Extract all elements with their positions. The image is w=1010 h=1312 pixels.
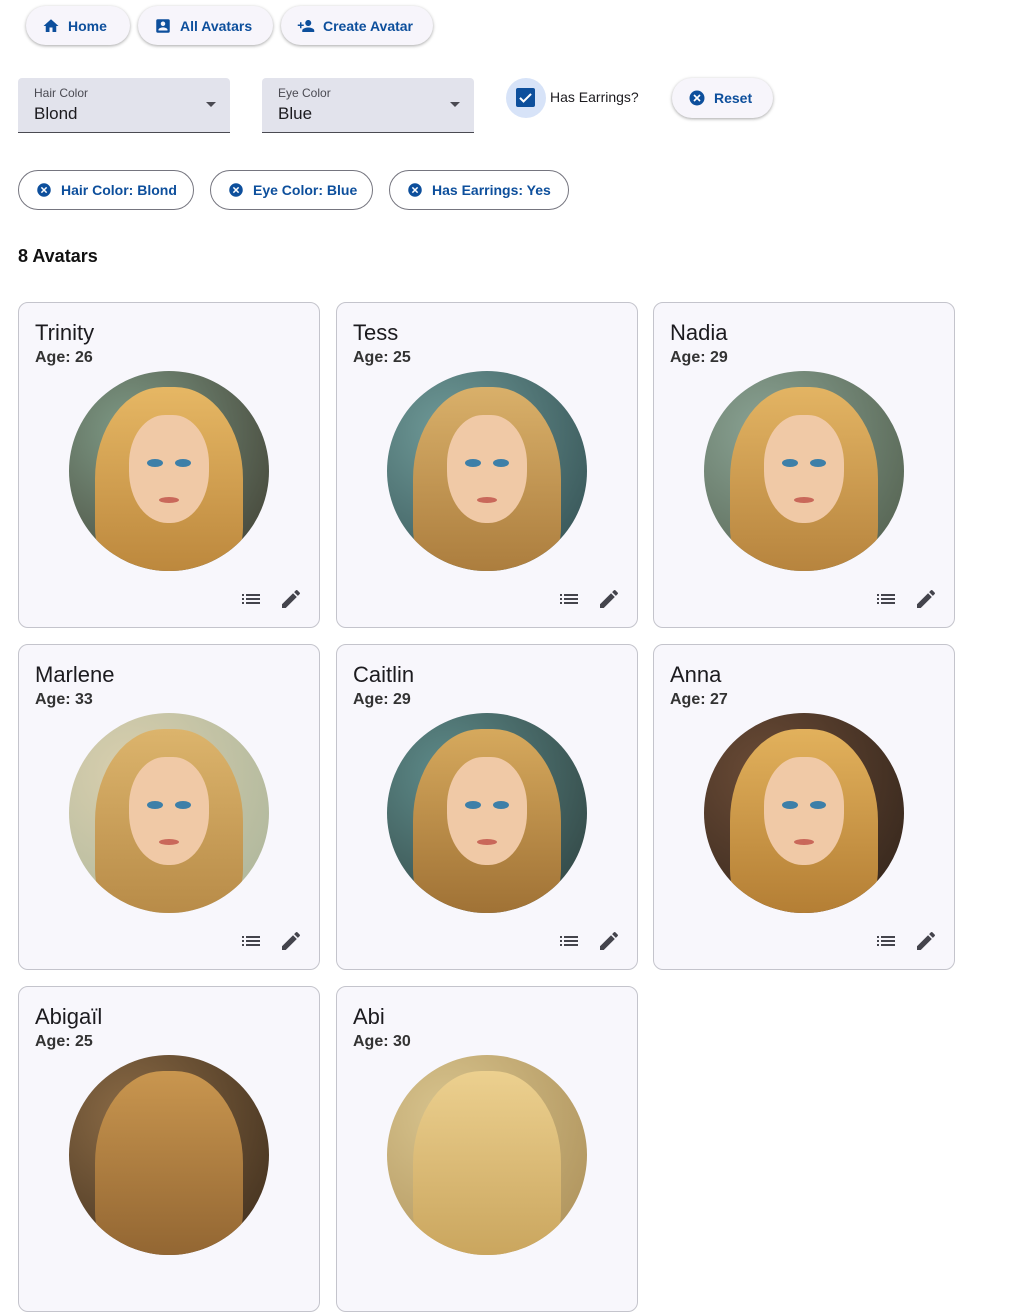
avatar-card: Abigaïl Age: 25 [18, 986, 320, 1312]
chip-label: Eye Color: Blue [253, 182, 358, 198]
avatar-name: Abi [353, 1004, 385, 1029]
hair-color-select[interactable]: Hair Color Blond [18, 78, 230, 133]
pencil-icon[interactable] [597, 587, 621, 611]
avatar-portrait [387, 371, 587, 571]
pencil-icon[interactable] [914, 929, 938, 953]
create-avatar-button[interactable]: Create Avatar [281, 6, 433, 45]
chip-label: Has Earrings: Yes [432, 182, 551, 198]
avatar-age: Age: 25 [35, 1033, 93, 1050]
avatar-portrait [387, 713, 587, 913]
home-icon [42, 17, 60, 35]
avatar-name: Nadia [670, 320, 728, 345]
avatar-name: Abigaïl [35, 1004, 103, 1029]
avatar-card: Nadia Age: 29 [653, 302, 955, 628]
cancel-icon[interactable] [406, 181, 424, 199]
avatar-age: Age: 27 [670, 691, 728, 708]
avatar-card: Anna Age: 27 [653, 644, 955, 970]
has-earrings-label: Has Earrings? [550, 89, 639, 105]
chip-has-earrings[interactable]: Has Earrings: Yes [389, 170, 569, 210]
avatar-age: Age: 25 [353, 349, 411, 366]
list-icon[interactable] [874, 929, 898, 953]
pencil-icon[interactable] [279, 587, 303, 611]
dropdown-arrow-icon [206, 102, 216, 107]
cancel-icon [688, 89, 706, 107]
pencil-icon[interactable] [914, 587, 938, 611]
avatar-age: Age: 26 [35, 349, 93, 366]
avatar-portrait [69, 713, 269, 913]
avatar-card: Trinity Age: 26 [18, 302, 320, 628]
avatar-name: Tess [353, 320, 399, 345]
chip-hair-color[interactable]: Hair Color: Blond [18, 170, 194, 210]
avatar-portrait [69, 371, 269, 571]
avatar-age: Age: 29 [670, 349, 728, 366]
avatar-card: Marlene Age: 33 [18, 644, 320, 970]
cancel-icon[interactable] [227, 181, 245, 199]
list-icon[interactable] [239, 587, 263, 611]
pencil-icon[interactable] [279, 929, 303, 953]
avatar-card: Tess Age: 25 [336, 302, 638, 628]
list-icon[interactable] [239, 929, 263, 953]
hair-color-select-label: Hair Color [34, 86, 89, 100]
hair-color-select-value: Blond [34, 104, 78, 123]
avatar-name: Caitlin [353, 662, 415, 687]
list-icon[interactable] [874, 587, 898, 611]
avatar-card: Caitlin Age: 29 [336, 644, 638, 970]
has-earrings-checkbox[interactable] [506, 78, 546, 118]
avatar-age: Age: 30 [353, 1033, 411, 1050]
avatar-portrait [704, 371, 904, 571]
home-button-label: Home [68, 17, 107, 34]
avatar-card: Abi Age: 30 [336, 986, 638, 1312]
account-box-icon [154, 17, 172, 35]
eye-color-select-value: Blue [278, 104, 313, 123]
dropdown-arrow-icon [450, 102, 460, 107]
eye-color-select-label: Eye Color [278, 86, 331, 100]
avatar-portrait [69, 1055, 269, 1255]
avatar-name: Trinity [35, 320, 95, 345]
avatar-name: Anna [670, 662, 722, 687]
avatar-age: Age: 33 [35, 691, 93, 708]
results-count: 8 Avatars [18, 246, 98, 266]
list-icon[interactable] [557, 929, 581, 953]
reset-button-label: Reset [714, 90, 753, 106]
avatar-portrait [387, 1055, 587, 1255]
create-avatar-button-label: Create Avatar [323, 17, 414, 34]
avatar-portrait [704, 713, 904, 913]
chip-label: Hair Color: Blond [61, 182, 177, 198]
avatar-name: Marlene [35, 662, 115, 687]
avatar-age: Age: 29 [353, 691, 411, 708]
all-avatars-button[interactable]: All Avatars [138, 6, 273, 45]
all-avatars-button-label: All Avatars [180, 17, 253, 34]
reset-button[interactable]: Reset [672, 78, 773, 118]
chip-eye-color[interactable]: Eye Color: Blue [210, 170, 373, 210]
eye-color-select[interactable]: Eye Color Blue [262, 78, 474, 133]
checkmark-icon [516, 88, 535, 107]
pencil-icon[interactable] [597, 929, 621, 953]
home-button[interactable]: Home [26, 6, 130, 45]
cancel-icon[interactable] [35, 181, 53, 199]
list-icon[interactable] [557, 587, 581, 611]
person-add-icon [297, 17, 315, 35]
